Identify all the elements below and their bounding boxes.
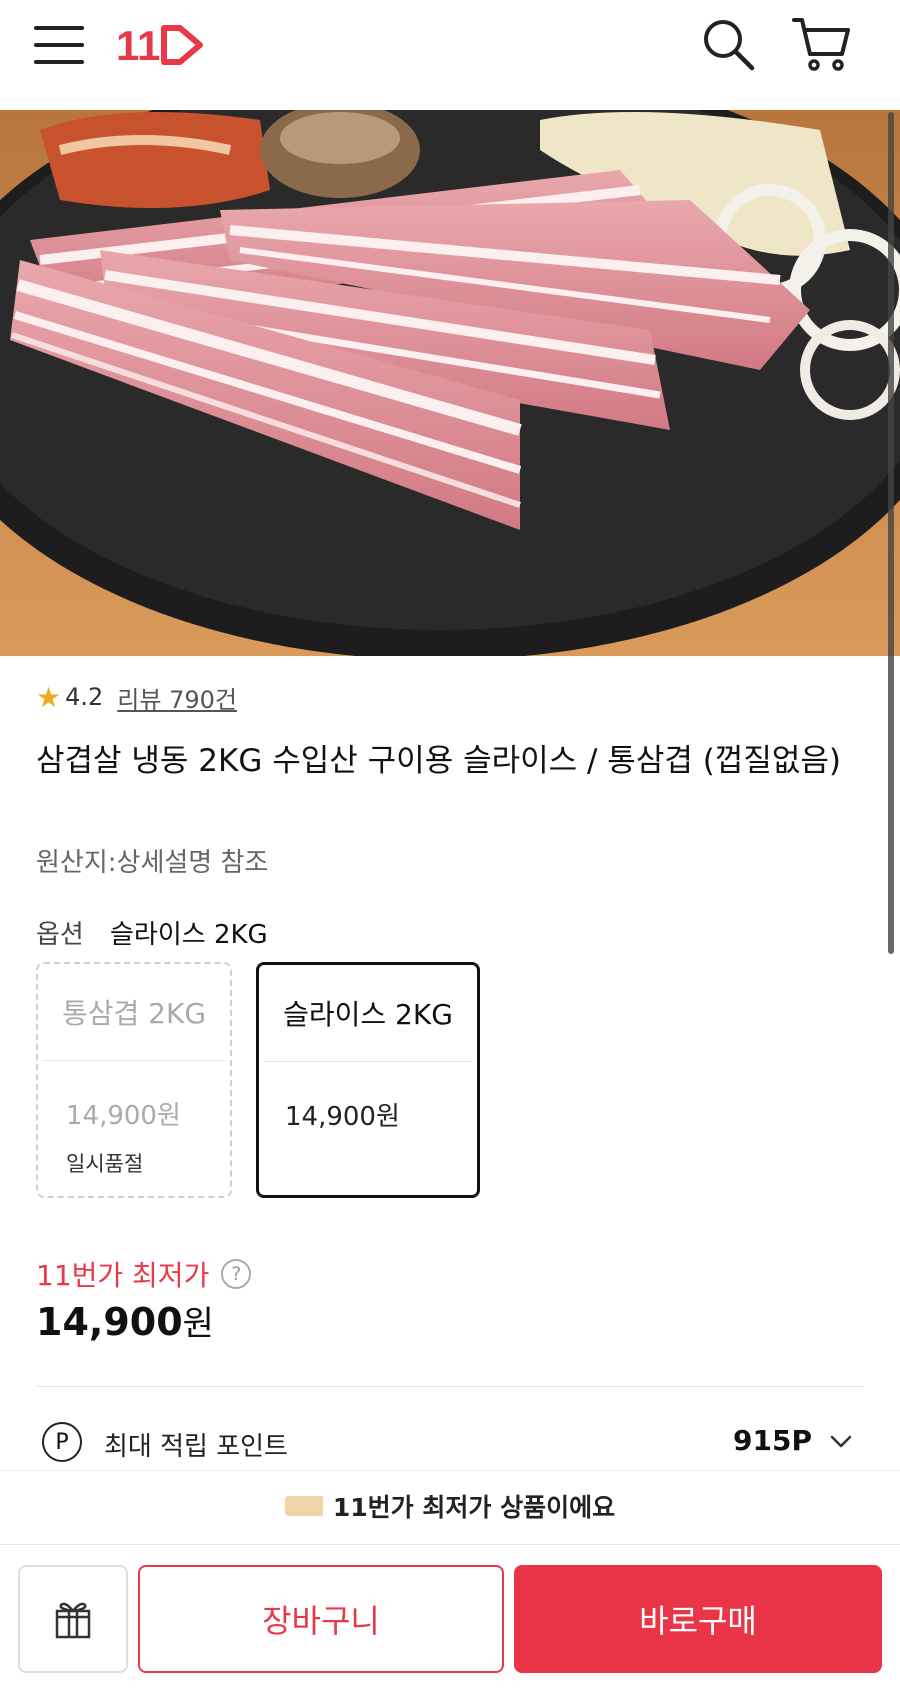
lowest-price-text: 11번가 최저가 xyxy=(36,1259,210,1292)
rating-value: 4.2 xyxy=(65,683,104,711)
points-value: 915P xyxy=(733,1424,812,1457)
add-to-cart-button[interactable]: 장바구니 xyxy=(138,1565,504,1673)
selected-option-value: 슬라이스 2KG xyxy=(110,920,268,950)
product-image[interactable] xyxy=(0,110,900,656)
chevron-down-icon[interactable] xyxy=(828,1428,854,1454)
points-label: 최대 적립 포인트 xyxy=(104,1432,288,1462)
option-price: 14,900원 xyxy=(66,1101,181,1131)
search-icon[interactable] xyxy=(700,16,756,72)
option-price: 14,900원 xyxy=(285,1102,400,1132)
points-icon: P xyxy=(42,1422,82,1462)
option-name: 슬라이스 2KG xyxy=(283,998,453,1031)
lowest-price-label: 11번가 최저가 ? xyxy=(36,1254,252,1294)
hamburger-menu-icon[interactable] xyxy=(34,24,84,66)
origin-info: 원산지:상세설명 참조 xyxy=(36,848,269,878)
option-card-sliced[interactable]: 슬라이스 2KG 14,900원 xyxy=(256,962,480,1198)
product-price: 14,900원 xyxy=(36,1296,214,1345)
page-scrollbar[interactable] xyxy=(888,112,894,954)
lowest-price-banner: 11번가 최저가 상품이에요 xyxy=(0,1470,900,1540)
banner-text: 11번가 최저가 상품이에요 xyxy=(332,1492,616,1522)
star-icon: ★ xyxy=(36,680,62,714)
buy-now-button[interactable]: 바로구매 xyxy=(514,1565,882,1673)
option-name: 통삼겹 2KG xyxy=(61,997,207,1030)
price-tag-icon xyxy=(284,1495,323,1516)
top-header: 11 xyxy=(0,0,900,110)
cart-icon[interactable] xyxy=(790,14,852,74)
svg-text:11: 11 xyxy=(116,22,160,69)
option-card-whole-belly[interactable]: 통삼겹 2KG 14,900원 일시품절 xyxy=(36,962,232,1198)
price-amount: 14,900 xyxy=(36,1300,183,1344)
section-divider xyxy=(36,1386,864,1387)
brand-logo[interactable]: 11 xyxy=(116,20,206,70)
help-icon[interactable]: ? xyxy=(221,1259,252,1289)
gift-button[interactable] xyxy=(18,1565,128,1673)
price-unit: 원 xyxy=(182,1304,214,1344)
option-label: 옵션 xyxy=(36,920,84,950)
bottom-action-bar: 장바구니 바로구매 xyxy=(0,1544,900,1692)
product-title: 삼겹살 냉동 2KG 수입산 구이용 슬라이스 / 통삼겹 (껍질없음) xyxy=(36,743,841,779)
gift-icon xyxy=(55,1602,91,1639)
sold-out-status: 일시품절 xyxy=(66,1152,144,1176)
points-row[interactable]: P 최대 적립 포인트 915P xyxy=(36,1420,864,1470)
rating-row: ★ 4.2 리뷰 790건 xyxy=(36,680,237,714)
review-count-link[interactable]: 리뷰 790건 xyxy=(117,680,237,715)
